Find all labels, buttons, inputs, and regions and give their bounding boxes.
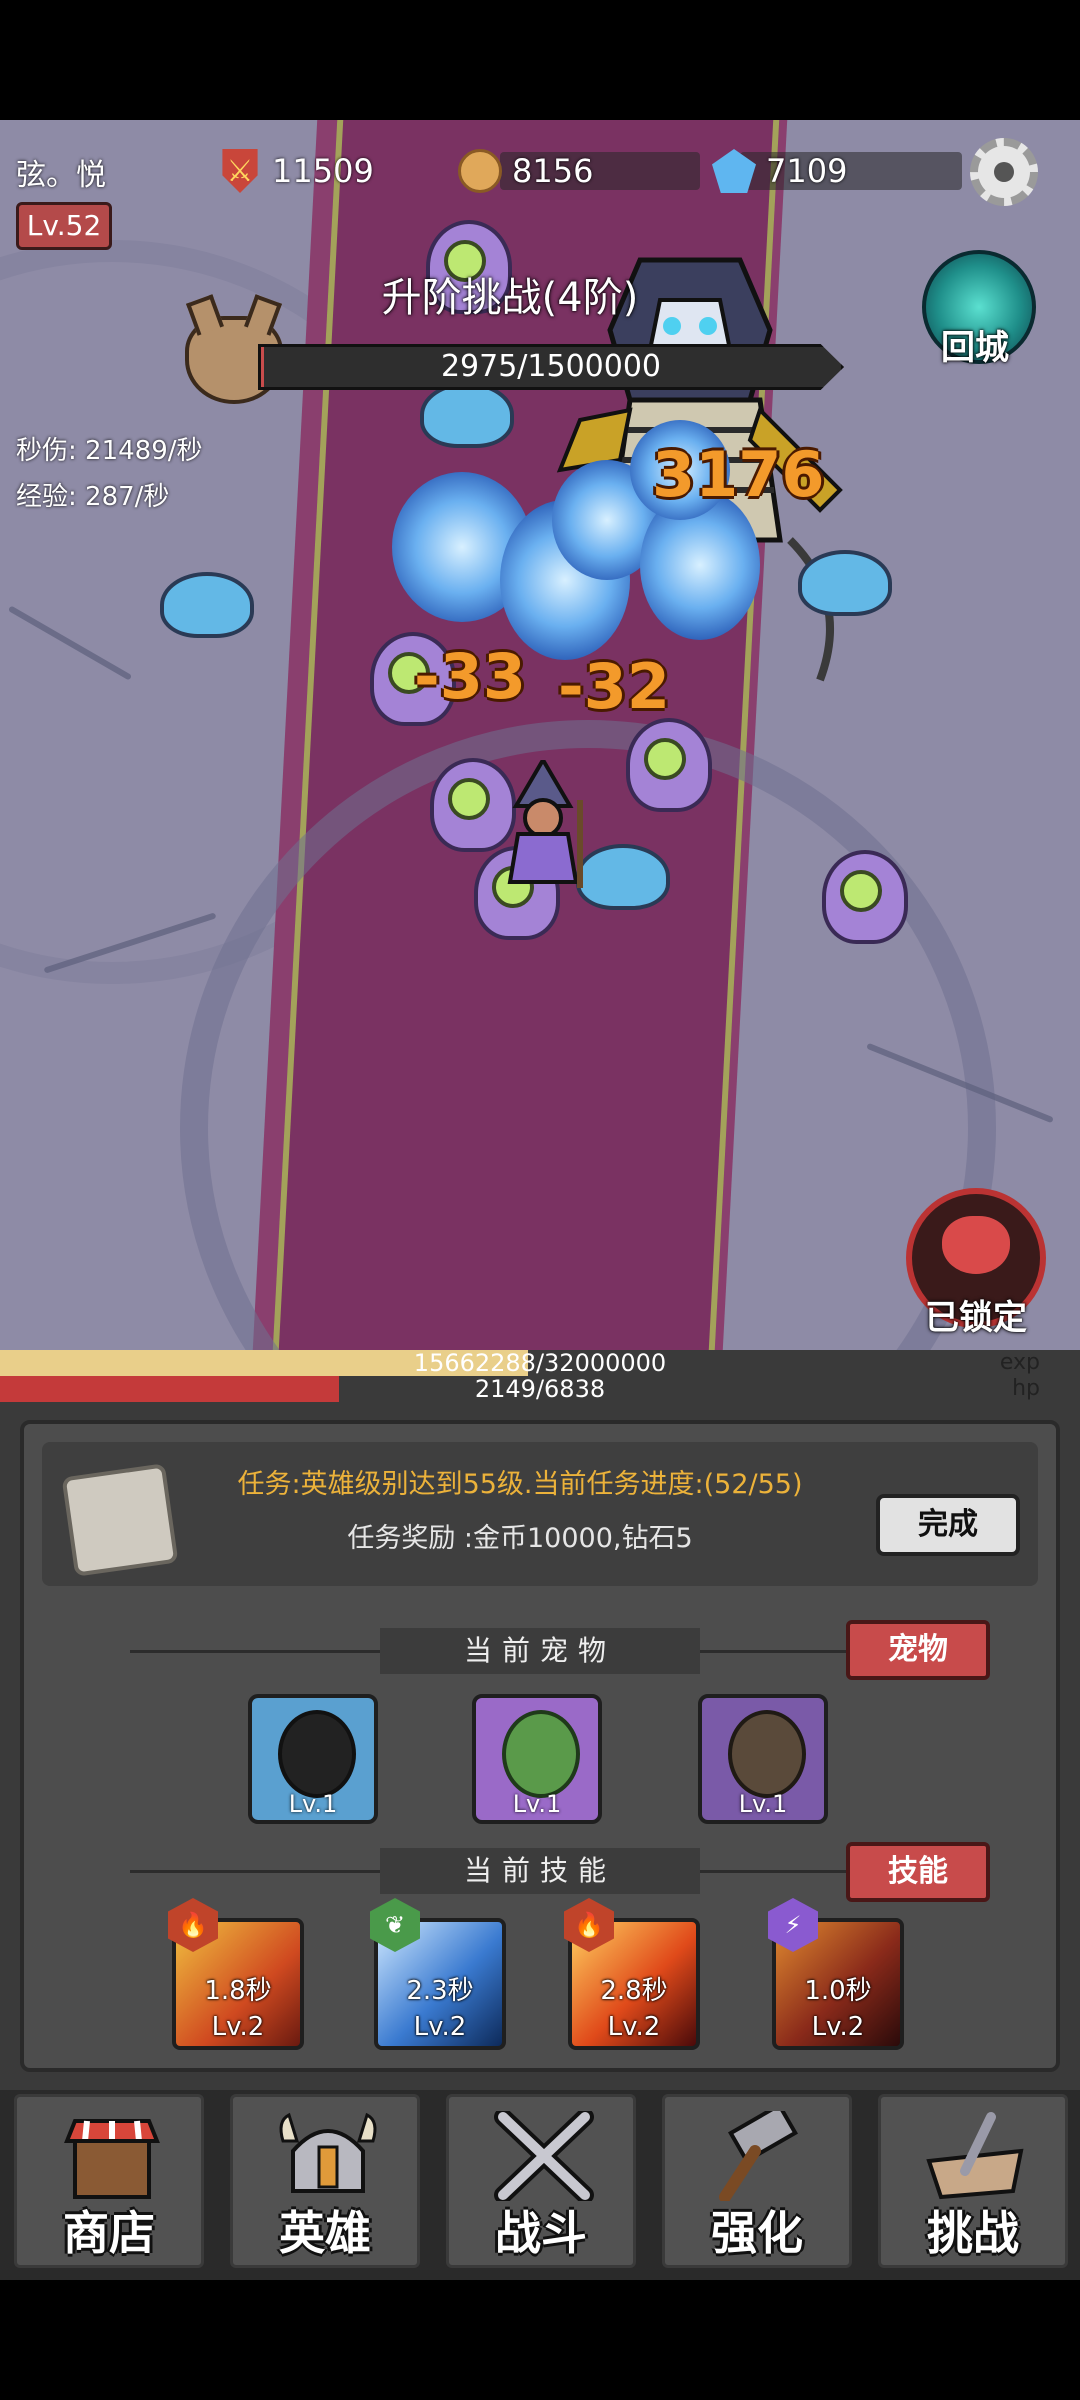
player-level-badge: Lv.52 [16,202,112,250]
pet-slot-turtle[interactable]: Lv.1 [472,1694,602,1824]
eye-monster [822,850,908,944]
hp-bar: 2149/6838 hp [0,1376,1080,1402]
skills-section-title: 当前技能 [380,1848,700,1894]
player-name: 弦。悦 [16,158,106,193]
power-display: ⚔ 11509 [218,148,374,194]
settings-gear-icon[interactable] [970,138,1038,206]
skill-cooldown: 2.3秒 [406,1976,474,2006]
exp-bar-tag: exp [999,1350,1040,1375]
shop-icon [64,2119,160,2199]
anvil-icon [926,2112,1024,2200]
skill-level: Lv.2 [211,2012,265,2042]
power-value: 11509 [272,152,374,190]
nav-hero-label: 英雄 [279,2206,371,2260]
pet-slot-penguin[interactable]: Lv.1 [248,1694,378,1824]
nav-shop-label: 商店 [63,2206,155,2260]
penguin-icon [278,1710,356,1798]
rock-crab-icon [728,1710,806,1798]
dps-stat: 秒伤: 21489/秒 [16,436,203,466]
status-bar [0,0,1080,120]
hammer-icon [719,2111,798,2201]
coin-display: 8156 [458,148,593,194]
pet-level: Lv.1 [288,1790,338,1818]
gem-icon [712,149,756,193]
lock-target-label[interactable]: 已锁定 [900,1290,1052,1339]
damage-number: 3176 [652,438,825,511]
task-reward: 任务奖励 :金币10000,钻石5 [347,1523,693,1554]
slime-monster [798,550,892,616]
pets-button[interactable]: 宠物 [846,1620,990,1680]
pet-level: Lv.1 [512,1790,562,1818]
task-complete-button[interactable]: 完成 [876,1494,1020,1556]
damage-number: -33 [414,640,527,713]
skill-cooldown: 2.8秒 [600,1976,668,2006]
coin-value: 8156 [512,152,594,190]
system-nav-bar [0,2280,1080,2400]
nav-hero-button[interactable]: 英雄 [230,2094,420,2268]
nav-challenge-button[interactable]: 挑战 [878,2094,1068,2268]
hero-wizard [507,760,583,888]
damage-number: -32 [558,650,671,723]
slime-monster [420,382,514,448]
pets-section-title: 当前宠物 [380,1628,700,1674]
exp-bar-text: 15662288/32000000 [413,1349,667,1377]
helmet-icon [279,2112,377,2193]
nav-upgrade-button[interactable]: 强化 [662,2094,852,2268]
nav-battle-button[interactable]: 战斗 [446,2094,636,2268]
skill-level: Lv.2 [811,2012,865,2042]
pet-level: Lv.1 [738,1790,788,1818]
nav-shop-button[interactable]: 商店 [14,2094,204,2268]
skill-cooldown: 1.0秒 [804,1976,872,2006]
exp-bar: 15662288/32000000 exp [0,1350,1080,1376]
gem-value: 7109 [766,152,848,190]
pet-slot-rock-crab[interactable]: Lv.1 [698,1694,828,1824]
skills-button[interactable]: 技能 [846,1842,990,1902]
shield-icon: ⚔ [222,149,258,193]
quest-scroll-icon [61,1463,179,1577]
nav-battle-label: 战斗 [495,2206,587,2260]
slime-monster [576,844,670,910]
nav-upgrade-label: 强化 [711,2206,803,2260]
boss-hp-text: 2975/1500000 [440,349,662,384]
skill-level: Lv.2 [413,2012,467,2042]
swords-icon [494,2111,594,2201]
return-town-label[interactable]: 回城 [920,320,1030,369]
skill-cooldown: 1.8秒 [204,1976,272,2006]
slime-monster [160,572,254,638]
task-description: 任务:英雄级别达到55级.当前任务进度:(52/55) [237,1469,803,1500]
eye-monster [626,718,712,812]
turtle-icon [502,1710,580,1798]
boss-hp-bar: 2975/1500000 [258,344,844,390]
gem-display: 7109 [712,148,847,194]
hp-bar-tag: hp [1012,1376,1040,1401]
skill-level: Lv.2 [607,2012,661,2042]
exp-rate-stat: 经验: 287/秒 [16,482,170,512]
hp-bar-text: 2149/6838 [474,1375,606,1403]
nav-challenge-label: 挑战 [927,2206,1019,2260]
boss-title: 升阶挑战(4阶) [381,275,639,321]
coin-icon [458,149,502,193]
